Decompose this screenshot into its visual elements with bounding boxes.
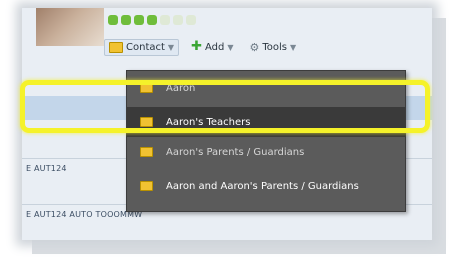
add-label: Add: [204, 41, 225, 53]
status-dot: [160, 15, 170, 25]
background-row-text: E AUT124: [26, 164, 67, 173]
tools-button[interactable]: ⚙ Tools ▼: [246, 39, 301, 56]
add-button[interactable]: ✚ Add ▼: [187, 40, 237, 55]
avatar: [36, 8, 104, 46]
status-dot: [147, 15, 157, 25]
menu-item-aarons-parents-guardians[interactable]: Aaron's Parents / Guardians: [127, 137, 405, 167]
status-dot: [186, 15, 196, 25]
menu-item-label: Aaron and Aaron's Parents / Guardians: [166, 180, 359, 192]
toolbar: Contact ▼ ✚ Add ▼ ⚙ Tools ▼: [104, 36, 354, 58]
contact-button[interactable]: Contact ▼: [104, 38, 180, 56]
background-row-text: E AUT124 AUTO TOOOMMW: [26, 210, 143, 219]
plus-icon: ✚: [191, 39, 202, 54]
status-dot: [121, 15, 131, 25]
status-dot: [173, 15, 183, 25]
menu-item-aaron-and-parents-guardians[interactable]: Aaron and Aaron's Parents / Guardians: [127, 171, 405, 201]
status-dots: [108, 15, 196, 25]
status-dot: [134, 15, 144, 25]
tools-icon: ⚙: [249, 40, 260, 54]
chevron-down-icon: ▼: [227, 42, 234, 52]
highlight-ring: [20, 80, 430, 133]
menu-item-label: Aaron's Parents / Guardians: [166, 146, 305, 158]
envelope-icon: [109, 41, 123, 53]
chevron-down-icon: ▼: [290, 42, 297, 52]
status-dot: [108, 15, 118, 25]
contact-label: Contact: [126, 41, 165, 53]
envelope-icon: [140, 181, 153, 191]
tools-label: Tools: [262, 41, 288, 53]
chevron-down-icon: ▼: [167, 42, 175, 52]
envelope-icon: [140, 147, 153, 157]
